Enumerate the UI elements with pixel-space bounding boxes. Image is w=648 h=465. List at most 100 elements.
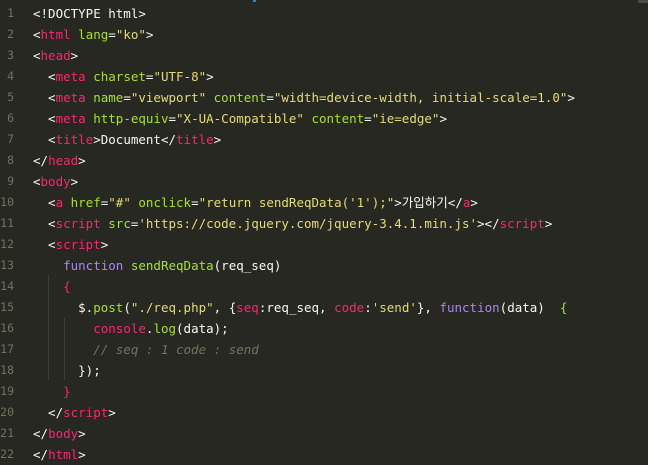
line-number: 19: [0, 384, 14, 398]
code-text: $.post("./req.php", {seq:req_seq, code:'…: [33, 297, 567, 318]
code-line[interactable]: 17 // seq : 1 code : send: [0, 339, 648, 360]
code-token: </: [33, 405, 64, 420]
code-token: "width=device-width, initial-scale=1.0": [273, 90, 568, 105]
code-text: <a href="#" onclick="return sendReqData(…: [33, 192, 478, 213]
code-token: =: [266, 90, 274, 105]
code-line[interactable]: 7 <title>Document</title>: [0, 129, 648, 150]
code-text: <head>: [33, 45, 78, 66]
line-number: 1: [7, 6, 14, 20]
code-line[interactable]: 8 </head>: [0, 150, 648, 171]
code-text: <meta name="viewport" content="width=dev…: [33, 87, 575, 108]
code-token: >: [70, 174, 79, 189]
code-editor[interactable]: 1 <!DOCTYPE html> 2 <html lang="ko"> 3 <head>…: [0, 0, 648, 463]
code-line[interactable]: 5 <meta name="viewport" content="width=d…: [0, 87, 648, 108]
code-token: "return sendReqData('1');": [198, 195, 395, 210]
code-token: script: [63, 405, 109, 420]
line-number: 14: [0, 279, 14, 293]
code-token: "viewport": [130, 90, 207, 105]
code-line[interactable]: 11 <script src='https://code.jquery.com/…: [0, 213, 648, 234]
code-text: <html lang="ko">: [33, 24, 153, 45]
code-text: });: [33, 360, 101, 381]
code-line[interactable]: 4 <meta charset="UTF-8">: [0, 66, 648, 87]
code-token: >: [439, 111, 447, 126]
editor-top-bar: [0, 0, 648, 2]
code-token: <: [33, 90, 56, 105]
line-number: 4: [7, 69, 14, 83]
code-text: {: [33, 276, 71, 297]
line-number: 8: [7, 153, 14, 167]
line-number: 17: [0, 342, 14, 356]
code-line[interactable]: 18 });: [0, 360, 648, 381]
code-token: // seq : 1 code : send: [93, 342, 259, 357]
code-token: =: [191, 195, 199, 210]
line-number: 21: [0, 426, 14, 440]
code-token: title: [55, 132, 94, 147]
code-line[interactable]: 20 </script>: [0, 402, 648, 423]
line-number: 6: [7, 111, 14, 125]
code-line[interactable]: 3 <head>: [0, 45, 648, 66]
code-token: {: [63, 279, 71, 294]
code-token: "X-UA-Compatible": [176, 111, 304, 126]
code-token: >: [100, 237, 109, 252]
code-token: script: [55, 237, 101, 252]
code-token: >: [78, 447, 86, 462]
code-text: <script>: [33, 234, 108, 255]
code-text: <meta http-equiv="X-UA-Compatible" conte…: [33, 108, 447, 129]
code-line[interactable]: 13 function sendReqData(req_seq): [0, 255, 648, 276]
code-text: </html>: [33, 444, 86, 465]
code-line[interactable]: 12 <script>: [0, 234, 648, 255]
line-number: 9: [7, 174, 14, 188]
code-line[interactable]: 19 }: [0, 381, 648, 402]
code-line[interactable]: 1 <!DOCTYPE html>: [0, 3, 648, 24]
code-token: (data): [499, 300, 560, 315]
code-token: $.: [33, 300, 94, 315]
code-token: html: [40, 27, 71, 42]
code-line[interactable]: 10 <a href="#" onclick="return sendReqDa…: [0, 192, 648, 213]
code-token: script: [499, 216, 545, 231]
line-number: 18: [0, 363, 14, 377]
code-token: =: [108, 27, 116, 42]
code-token: <: [33, 237, 56, 252]
code-token: function: [63, 258, 124, 273]
code-token: <: [33, 195, 56, 210]
code-token: http-equiv: [93, 111, 169, 126]
code-token: =: [123, 90, 131, 105]
code-token: >: [78, 153, 86, 168]
code-token: code: [334, 300, 365, 315]
code-text: <!DOCTYPE html>: [33, 3, 146, 24]
code-token: (req_seq): [213, 258, 282, 273]
code-line[interactable]: 2 <html lang="ko">: [0, 24, 648, 45]
code-line[interactable]: 6 <meta http-equiv="X-UA-Compatible" con…: [0, 108, 648, 129]
code-text: console.log(data);: [33, 318, 228, 339]
code-token: "./req.php": [130, 300, 214, 315]
code-token: >: [145, 27, 154, 42]
code-token: body: [40, 174, 71, 189]
line-number: 20: [0, 405, 14, 419]
code-token: (: [123, 300, 131, 315]
code-text: <body>: [33, 171, 78, 192]
code-token: <: [33, 216, 56, 231]
code-token: meta: [55, 111, 86, 126]
code-text: }: [33, 381, 71, 402]
code-token: charset: [93, 69, 146, 84]
code-token: >: [108, 405, 116, 420]
code-line[interactable]: 15 $.post("./req.php", {seq:req_seq, cod…: [0, 297, 648, 318]
code-text: </head>: [33, 150, 86, 171]
line-number: 3: [7, 48, 14, 62]
code-token: src: [108, 216, 131, 231]
code-token: "#": [108, 195, 131, 210]
line-number: 2: [7, 27, 14, 41]
code-line[interactable]: 14 {: [0, 276, 648, 297]
line-number: 11: [0, 216, 14, 230]
code-token: >: [213, 132, 222, 147]
code-line[interactable]: 9 <body>: [0, 171, 648, 192]
code-line[interactable]: 22 </html>: [0, 444, 648, 465]
code-text: // seq : 1 code : send: [33, 339, 259, 360]
code-line[interactable]: 21 </body>: [0, 423, 648, 444]
code-token: >Document</: [93, 132, 177, 147]
code-line[interactable]: 16 console.log(data);: [0, 318, 648, 339]
code-token: }: [63, 384, 71, 399]
